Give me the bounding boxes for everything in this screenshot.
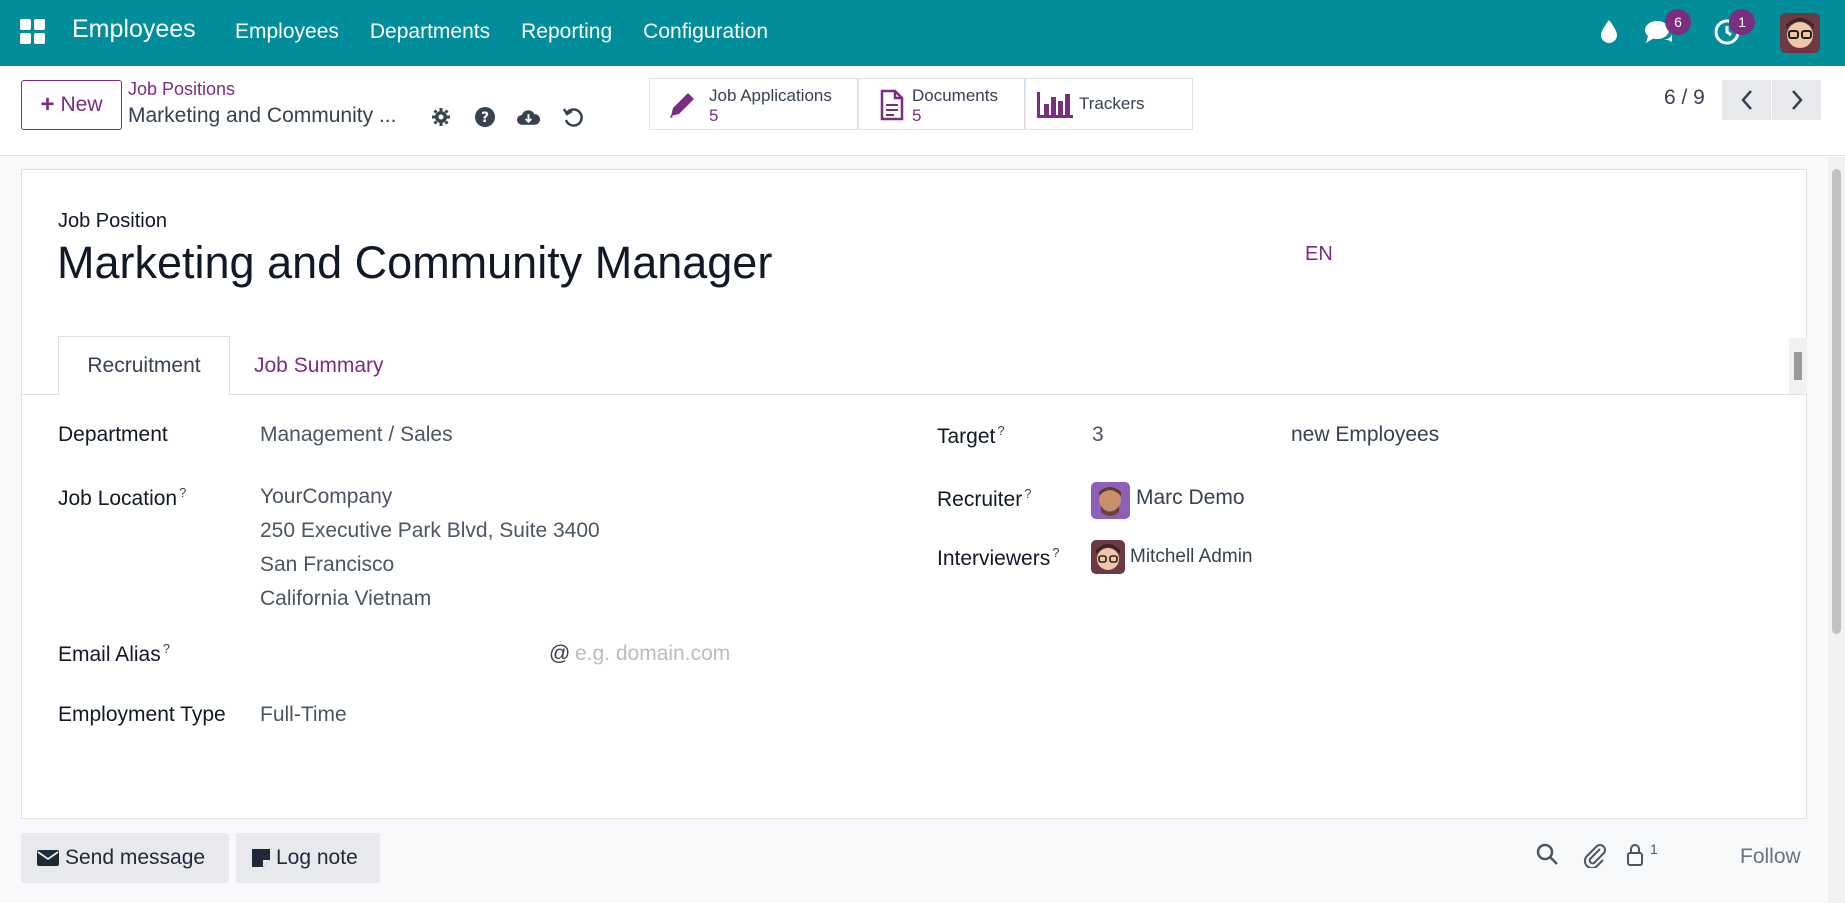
- main-menu: Employees Departments Reporting Configur…: [235, 20, 768, 44]
- paperclip-icon[interactable]: [1582, 842, 1608, 873]
- job-position-title[interactable]: Marketing and Community Manager: [57, 237, 772, 289]
- email-domain-input[interactable]: e.g. domain.com: [575, 642, 730, 666]
- job-position-label: Job Position: [58, 210, 167, 232]
- job-location-label-text: Job Location: [58, 487, 178, 510]
- menu-configuration[interactable]: Configuration: [643, 20, 768, 44]
- employment-type-label: Employment Type: [58, 703, 226, 726]
- department-field[interactable]: Management / Sales: [260, 423, 453, 447]
- page-scrollbar[interactable]: [1828, 157, 1845, 903]
- pager-previous-button[interactable]: [1722, 80, 1771, 120]
- follow-button[interactable]: Follow: [1740, 845, 1801, 869]
- followers-count: 1: [1650, 841, 1658, 857]
- target-field[interactable]: 3: [1092, 423, 1104, 447]
- target-suffix: new Employees: [1291, 423, 1440, 446]
- activities-badge: 1: [1729, 9, 1755, 35]
- menu-employees[interactable]: Employees: [235, 20, 339, 44]
- help-tooltip-icon[interactable]: ?: [163, 641, 170, 656]
- job-location-line-3: San Francisco: [260, 553, 395, 576]
- job-applications-count: 5: [709, 106, 719, 125]
- search-icon[interactable]: [1535, 842, 1559, 871]
- job-location-label: Job Location?: [58, 485, 186, 511]
- interviewers-label: Interviewers?: [937, 545, 1059, 571]
- control-panel: + New Job Positions Marketing and Commun…: [0, 66, 1845, 156]
- breadcrumb[interactable]: Job Positions: [128, 79, 235, 100]
- trackers-label: Trackers: [1079, 94, 1145, 113]
- send-message-button[interactable]: Send message: [21, 833, 229, 883]
- recruiter-avatar: [1091, 482, 1130, 519]
- new-button-label: New: [60, 93, 103, 116]
- cloud-save-icon[interactable]: [516, 104, 541, 129]
- tab-job-summary[interactable]: Job Summary: [230, 336, 408, 395]
- job-applications-label: Job Applications: [709, 86, 832, 105]
- job-location-line-4: California Vietnam: [260, 587, 432, 610]
- help-icon[interactable]: ?: [472, 104, 497, 129]
- job-location-line-2: 250 Executive Park Blvd, Suite 3400: [260, 519, 600, 542]
- note-icon: [252, 849, 270, 867]
- followers-icon[interactable]: [1624, 842, 1646, 873]
- interviewers-label-text: Interviewers: [937, 547, 1051, 570]
- pager-next-button[interactable]: [1772, 80, 1821, 120]
- help-tooltip-icon[interactable]: ?: [1024, 486, 1031, 501]
- log-note-label: Log note: [276, 846, 358, 869]
- menu-reporting[interactable]: Reporting: [521, 20, 612, 44]
- apps-menu-icon[interactable]: [20, 19, 45, 44]
- discard-undo-icon[interactable]: [560, 104, 585, 129]
- record-name: Marketing and Community ...: [128, 104, 397, 127]
- chevron-left-icon: [1740, 90, 1752, 110]
- email-alias-label: Email Alias?: [58, 641, 170, 667]
- envelope-icon: [37, 850, 59, 866]
- documents-label: Documents: [912, 86, 998, 105]
- bar-chart-icon: [1035, 88, 1073, 122]
- record-actions: ?: [428, 104, 585, 129]
- department-label: Department: [58, 423, 168, 446]
- employment-type-field[interactable]: Full-Time: [260, 703, 347, 727]
- documents-count: 5: [912, 106, 922, 125]
- tab-recruitment[interactable]: Recruitment: [58, 336, 230, 395]
- new-button[interactable]: + New: [21, 80, 122, 130]
- user-avatar[interactable]: [1780, 13, 1820, 53]
- menu-departments[interactable]: Departments: [370, 20, 490, 44]
- job-applications-button[interactable]: Job Applications 5: [649, 78, 858, 130]
- pager-value[interactable]: 6 / 9: [1664, 86, 1705, 110]
- svg-text:?: ?: [480, 110, 488, 126]
- chevron-right-icon: [1791, 90, 1803, 110]
- drop-icon[interactable]: [1598, 18, 1620, 49]
- messages-badge: 6: [1665, 9, 1691, 35]
- email-at-sign: @: [549, 642, 571, 665]
- log-note-button[interactable]: Log note: [236, 833, 380, 883]
- help-tooltip-icon[interactable]: ?: [997, 423, 1004, 438]
- help-tooltip-icon[interactable]: ?: [1052, 545, 1059, 560]
- send-message-label: Send message: [65, 846, 206, 869]
- pencil-icon: [665, 88, 699, 122]
- target-label: Target?: [937, 423, 1005, 449]
- interviewer-avatar: [1091, 540, 1125, 574]
- tab-scrollbar[interactable]: [1789, 338, 1807, 394]
- plus-icon: +: [40, 91, 55, 118]
- app-title[interactable]: Employees: [72, 15, 196, 44]
- gear-icon[interactable]: [428, 104, 453, 129]
- trackers-button[interactable]: Trackers: [1025, 78, 1193, 130]
- recruiter-field[interactable]: Marc Demo: [1136, 486, 1245, 510]
- recruiter-label: Recruiter?: [937, 486, 1031, 512]
- email-alias-label-text: Email Alias: [58, 643, 161, 666]
- language-button[interactable]: EN: [1305, 243, 1333, 266]
- recruiter-label-text: Recruiter: [937, 488, 1023, 511]
- help-tooltip-icon[interactable]: ?: [179, 485, 186, 500]
- document-icon: [874, 88, 908, 122]
- interviewer-tag[interactable]: Mitchell Admin: [1130, 546, 1253, 568]
- top-navbar: Employees Employees Departments Reportin…: [0, 0, 1845, 66]
- documents-button[interactable]: Documents 5: [858, 78, 1025, 130]
- target-label-text: Target: [937, 425, 996, 448]
- job-location-line-1[interactable]: YourCompany: [260, 485, 392, 509]
